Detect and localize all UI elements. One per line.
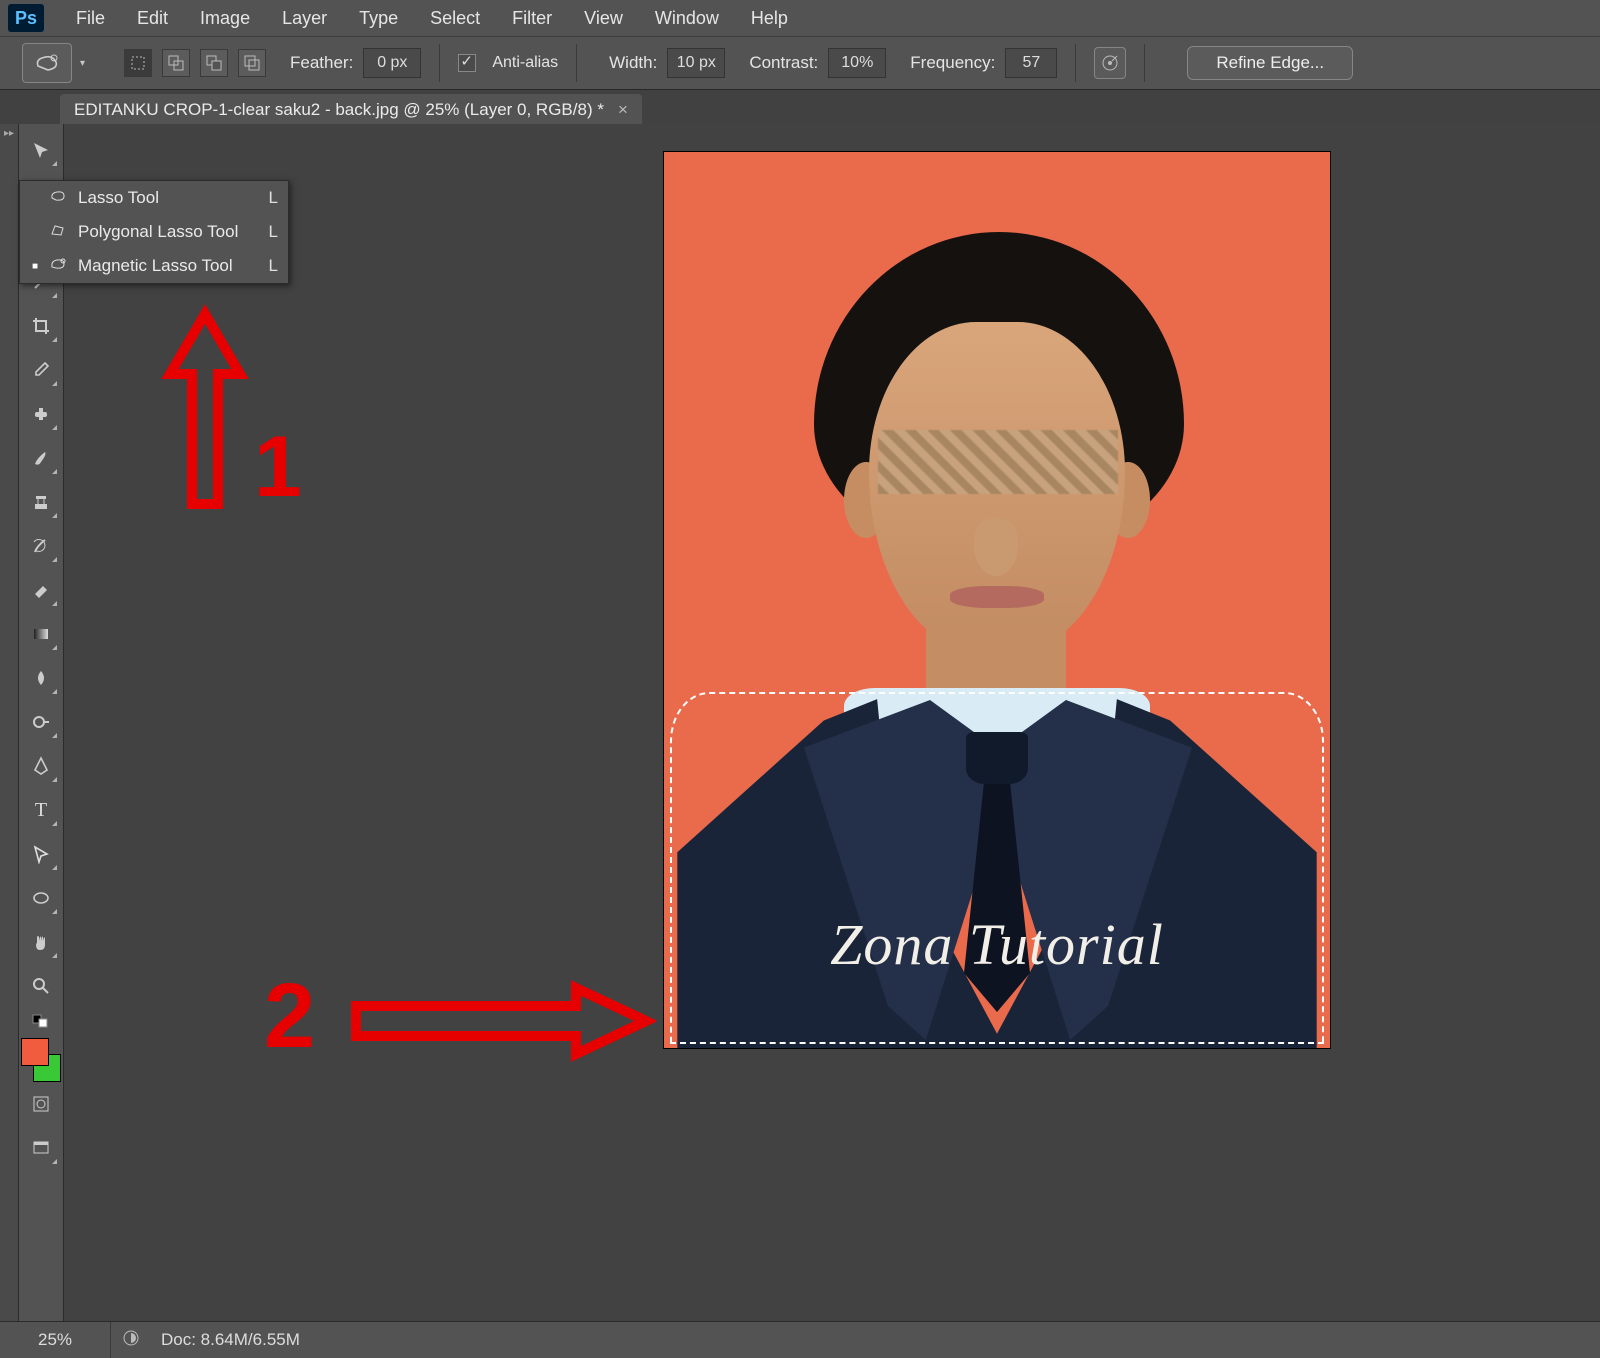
flyout-polygonal-lasso-tool[interactable]: Polygonal Lasso Tool L [20, 215, 288, 249]
contrast-label: Contrast: [749, 53, 818, 73]
hand-tool-icon[interactable] [23, 924, 59, 960]
workspace: ▸▸ T Lasso [0, 124, 1600, 1322]
foreground-color-swatch[interactable] [21, 1038, 49, 1066]
feather-label: Feather: [290, 53, 353, 73]
status-bar: 25% Doc: 8.64M/6.55M [0, 1321, 1600, 1358]
pen-pressure-icon[interactable] [1094, 47, 1126, 79]
type-tool-icon[interactable]: T [23, 792, 59, 828]
selection-new-icon[interactable] [124, 49, 152, 77]
default-colors-icon[interactable] [23, 1012, 59, 1030]
eraser-tool-icon[interactable] [23, 572, 59, 608]
annotation-number-1: 1 [254, 418, 302, 517]
menu-view[interactable]: View [568, 8, 639, 29]
menu-select[interactable]: Select [414, 8, 496, 29]
polygonal-lasso-icon [46, 222, 70, 243]
frequency-input[interactable] [1005, 48, 1057, 78]
expand-panels-icon[interactable]: ▸▸ [0, 124, 19, 1322]
tool-preset-dropdown-icon[interactable]: ▾ [80, 58, 90, 69]
tools-panel: T Lasso Tool L Polygonal Lasso Tool L [19, 124, 64, 1322]
move-tool-icon[interactable] [23, 132, 59, 168]
menu-help[interactable]: Help [735, 8, 804, 29]
document-tab[interactable]: EDITANKU CROP-1-clear saku2 - back.jpg @… [60, 94, 642, 126]
brush-tool-icon[interactable] [23, 440, 59, 476]
antialias-label: Anti-alias [492, 54, 558, 72]
selection-add-icon[interactable] [162, 49, 190, 77]
separator [576, 44, 577, 82]
close-tab-icon[interactable]: × [618, 100, 628, 120]
status-doc-size[interactable]: Doc: 8.64M/6.55M [151, 1330, 300, 1350]
annotation-number-2: 2 [264, 964, 315, 1069]
clone-stamp-tool-icon[interactable] [23, 484, 59, 520]
blur-tool-icon[interactable] [23, 660, 59, 696]
status-zoom[interactable]: 25% [0, 1322, 111, 1358]
refine-edge-button[interactable]: Refine Edge... [1187, 46, 1353, 80]
menu-type[interactable]: Type [343, 8, 414, 29]
canvas-area[interactable]: Zona Tutorial 1 2 [64, 124, 1600, 1322]
color-swatches[interactable] [21, 1038, 61, 1082]
healing-brush-tool-icon[interactable] [23, 396, 59, 432]
zoom-tool-icon[interactable] [23, 968, 59, 1004]
dodge-tool-icon[interactable] [23, 704, 59, 740]
menu-bar: Ps File Edit Image Layer Type Select Fil… [0, 0, 1600, 37]
magnetic-lasso-icon [46, 256, 70, 277]
separator [1144, 44, 1145, 82]
gradient-tool-icon[interactable] [23, 616, 59, 652]
shape-tool-icon[interactable] [23, 880, 59, 916]
quick-mask-icon[interactable] [23, 1086, 59, 1122]
lasso-icon [46, 188, 70, 209]
flyout-magnetic-lasso-tool[interactable]: ■ Magnetic Lasso Tool L [20, 249, 288, 283]
options-bar: ▾ Feather: Anti-alias Width: Contrast: F… [0, 37, 1600, 90]
path-selection-tool-icon[interactable] [23, 836, 59, 872]
menu-image[interactable]: Image [184, 8, 266, 29]
annotation-arrow-1 [160, 304, 250, 514]
document-canvas[interactable]: Zona Tutorial [664, 152, 1330, 1048]
width-input[interactable] [667, 48, 725, 78]
lasso-flyout-menu: Lasso Tool L Polygonal Lasso Tool L ■ Ma… [19, 180, 289, 284]
annotation-arrow-2 [346, 976, 656, 1066]
watermark-text: Zona Tutorial [664, 911, 1330, 978]
history-brush-tool-icon[interactable] [23, 528, 59, 564]
photo-eyes-pixelated [878, 430, 1118, 494]
photo-tie-knot [966, 732, 1028, 784]
screen-mode-icon[interactable] [23, 1130, 59, 1166]
feather-input[interactable] [363, 48, 421, 78]
menu-edit[interactable]: Edit [121, 8, 184, 29]
selection-subtract-icon[interactable] [200, 49, 228, 77]
menu-layer[interactable]: Layer [266, 8, 343, 29]
crop-tool-icon[interactable] [23, 308, 59, 344]
photo-nose [974, 518, 1018, 576]
menu-file[interactable]: File [60, 8, 121, 29]
pen-tool-icon[interactable] [23, 748, 59, 784]
photo-mouth [950, 586, 1044, 608]
frequency-label: Frequency: [910, 53, 995, 73]
separator [1075, 44, 1076, 82]
antialias-checkbox[interactable] [458, 54, 476, 72]
flyout-lasso-tool[interactable]: Lasso Tool L [20, 181, 288, 215]
menu-window[interactable]: Window [639, 8, 735, 29]
menu-filter[interactable]: Filter [496, 8, 568, 29]
contrast-input[interactable] [828, 48, 886, 78]
width-label: Width: [609, 53, 657, 73]
separator [439, 44, 440, 82]
document-tab-title: EDITANKU CROP-1-clear saku2 - back.jpg @… [74, 100, 604, 120]
app-logo: Ps [8, 4, 44, 32]
selection-intersect-icon[interactable] [238, 49, 266, 77]
eyedropper-tool-icon[interactable] [23, 352, 59, 388]
status-preview-icon[interactable] [111, 1329, 151, 1352]
current-tool-preset[interactable] [22, 43, 72, 83]
document-tab-strip: EDITANKU CROP-1-clear saku2 - back.jpg @… [0, 90, 1600, 127]
